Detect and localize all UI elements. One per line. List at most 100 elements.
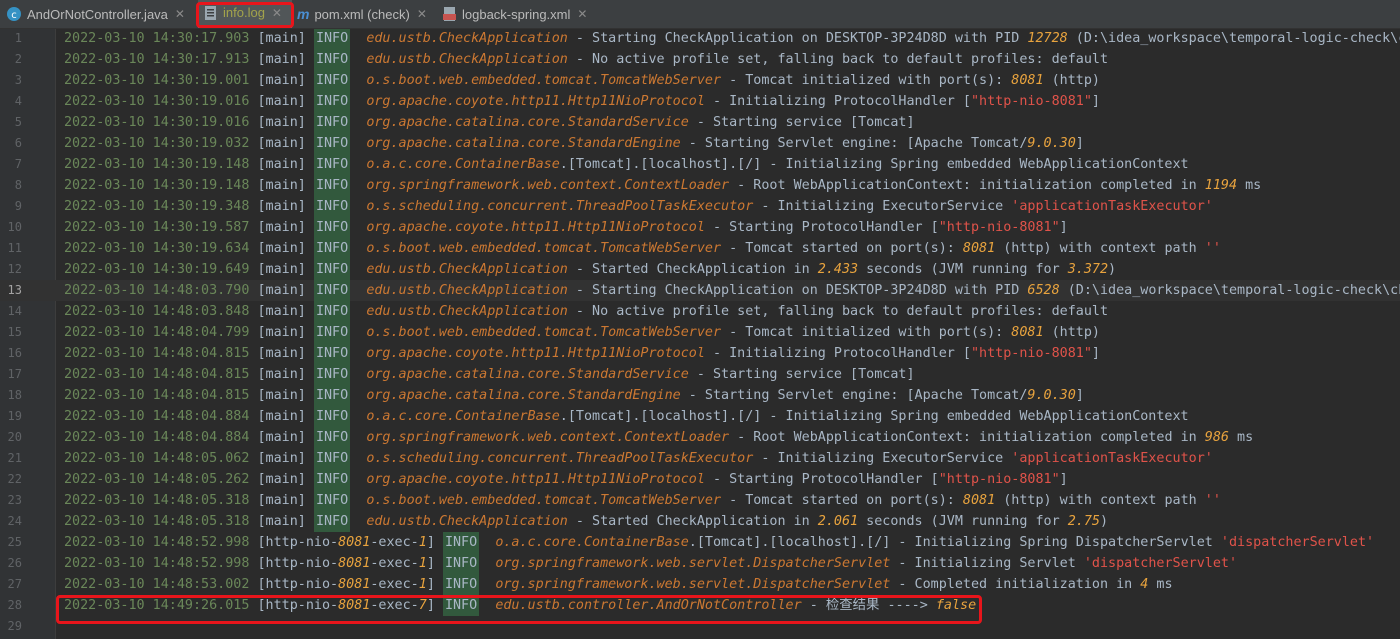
thread-segment: ]: [426, 535, 435, 550]
log-thread: [http-nio-8081-exec-1]: [258, 535, 435, 550]
log-line[interactable]: 22 2022-03-10 14:48:05.262 [main] INFO or…: [0, 469, 1400, 490]
tab-logback-spring-xml[interactable]: logback-spring.xml ✕: [443, 0, 595, 28]
log-logger: o.s.boot.web.embedded.tomcat.TomcatWebSe…: [366, 241, 722, 256]
message-segment: (http) with context path: [995, 241, 1205, 256]
line-number: 6: [14, 136, 22, 150]
log-thread: [main]: [257, 388, 306, 403]
log-editor[interactable]: 1 2022-03-10 14:30:17.903 [main] INFO edu…: [0, 29, 1400, 639]
log-line[interactable]: 13 2022-03-10 14:48:03.790 [main] INFO ed…: [0, 280, 1400, 301]
close-icon[interactable]: ✕: [577, 7, 587, 21]
log-line[interactable]: 29: [0, 616, 1400, 637]
log-timestamp: 2022-03-10 14:30:19.148: [64, 157, 250, 172]
log-line[interactable]: 20 2022-03-10 14:48:04.884 [main] INFO or…: [0, 427, 1400, 448]
log-line[interactable]: 1 2022-03-10 14:30:17.903 [main] INFO edu…: [0, 29, 1400, 49]
close-icon[interactable]: ✕: [272, 6, 282, 20]
message-segment: - Starting CheckApplication on DESKTOP-3…: [567, 283, 1028, 298]
log-line[interactable]: 16 2022-03-10 14:48:04.815 [main] INFO or…: [0, 343, 1400, 364]
message-segment: - Tomcat started on port(s):: [721, 241, 963, 256]
log-line[interactable]: 24 2022-03-10 14:48:05.318 [main] INFO ed…: [0, 511, 1400, 532]
line-number: 16: [7, 346, 22, 360]
log-line[interactable]: 9 2022-03-10 14:30:19.348 [main] INFO o.s…: [0, 196, 1400, 217]
log-line[interactable]: 15 2022-03-10 14:48:04.799 [main] INFO o.…: [0, 322, 1400, 343]
thread-segment: -exec-: [370, 556, 419, 571]
log-thread: [main]: [257, 304, 306, 319]
log-message: - Starting Servlet engine: [Apache Tomca…: [681, 136, 1084, 151]
log-timestamp: 2022-03-10 14:30:19.348: [64, 199, 250, 214]
message-segment: 3.372: [1067, 262, 1109, 277]
message-segment: ]: [1075, 388, 1084, 403]
message-segment: - Starting Servlet engine: [Apache Tomca…: [680, 136, 1028, 151]
log-level: INFO: [313, 448, 351, 469]
log-message: - No active profile set, falling back to…: [568, 304, 1108, 319]
line-number: 8: [14, 178, 22, 192]
log-message: - Starting Servlet engine: [Apache Tomca…: [681, 388, 1084, 403]
log-line[interactable]: 6 2022-03-10 14:30:19.032 [main] INFO org…: [0, 133, 1400, 154]
log-level: INFO: [442, 532, 480, 553]
log-line[interactable]: 26 2022-03-10 14:48:52.998 [http-nio-8081…: [0, 553, 1400, 574]
log-line[interactable]: 19 2022-03-10 14:48:04.884 [main] INFO o.…: [0, 406, 1400, 427]
log-thread: [main]: [257, 472, 306, 487]
log-line[interactable]: 23 2022-03-10 14:48:05.318 [main] INFO o.…: [0, 490, 1400, 511]
message-segment: 8081: [962, 493, 996, 508]
log-line[interactable]: 2 2022-03-10 14:30:17.913 [main] INFO edu…: [0, 49, 1400, 70]
log-level: INFO: [313, 322, 351, 343]
message-segment: "http-nio-8081": [938, 472, 1060, 487]
log-line[interactable]: 28 2022-03-10 14:49:26.015 [http-nio-8081…: [0, 595, 1400, 616]
log-line[interactable]: 4 2022-03-10 14:30:19.016 [main] INFO org…: [0, 91, 1400, 112]
log-timestamp: 2022-03-10 14:48:52.998: [64, 556, 250, 571]
thread-segment: ]: [426, 577, 435, 592]
log-line[interactable]: 17 2022-03-10 14:48:04.815 [main] INFO or…: [0, 364, 1400, 385]
log-line[interactable]: 12 2022-03-10 14:30:19.649 [main] INFO ed…: [0, 259, 1400, 280]
tab-andornotcontroller[interactable]: c AndOrNotController.java ✕: [6, 0, 192, 28]
log-line[interactable]: 8 2022-03-10 14:30:19.148 [main] INFO org…: [0, 175, 1400, 196]
log-thread: [main]: [257, 241, 306, 256]
line-number: 21: [7, 451, 22, 465]
message-segment: 12728: [1027, 31, 1068, 46]
message-segment: - Tomcat initialized with port(s):: [721, 73, 1012, 88]
line-number: 14: [7, 304, 22, 318]
log-thread: [main]: [257, 493, 306, 508]
maven-icon: m: [297, 6, 310, 22]
close-icon[interactable]: ✕: [417, 7, 427, 21]
tab-info-log[interactable]: info.log ✕: [198, 0, 292, 28]
log-thread: [main]: [257, 52, 306, 67]
log-line[interactable]: 5 2022-03-10 14:30:19.016 [main] INFO org…: [0, 112, 1400, 133]
line-number: 4: [14, 94, 22, 108]
log-timestamp: 2022-03-10 14:48:05.318: [64, 514, 250, 529]
line-number: 25: [7, 535, 22, 549]
log-level: INFO: [313, 364, 351, 385]
log-line[interactable]: 21 2022-03-10 14:48:05.062 [main] INFO o.…: [0, 448, 1400, 469]
log-line[interactable]: 10 2022-03-10 14:30:19.587 [main] INFO or…: [0, 217, 1400, 238]
log-line[interactable]: 18 2022-03-10 14:48:04.815 [main] INFO or…: [0, 385, 1400, 406]
log-line[interactable]: 27 2022-03-10 14:48:53.002 [http-nio-8081…: [0, 574, 1400, 595]
log-timestamp: 2022-03-10 14:30:17.903: [64, 31, 250, 46]
log-line[interactable]: 14 2022-03-10 14:48:03.848 [main] INFO ed…: [0, 301, 1400, 322]
log-thread: [main]: [257, 430, 306, 445]
close-icon[interactable]: ✕: [175, 7, 185, 21]
tab-label: pom.xml (check): [314, 6, 410, 22]
log-timestamp: 2022-03-10 14:48:05.062: [64, 451, 250, 466]
log-line[interactable]: 7 2022-03-10 14:30:19.148 [main] INFO o.a…: [0, 154, 1400, 175]
tab-pom-xml[interactable]: m pom.xml (check) ✕: [297, 0, 435, 28]
log-line[interactable]: 11 2022-03-10 14:30:19.634 [main] INFO o.…: [0, 238, 1400, 259]
log-level: INFO: [313, 154, 351, 175]
message-segment: ms: [1148, 577, 1173, 592]
log-logger: edu.ustb.CheckApplication: [366, 262, 568, 277]
message-segment: '': [1204, 241, 1221, 256]
log-thread: [main]: [257, 199, 306, 214]
log-logger: org.springframework.web.servlet.Dispatch…: [495, 556, 891, 571]
log-line[interactable]: 3 2022-03-10 14:30:19.001 [main] INFO o.s…: [0, 70, 1400, 91]
log-thread: [main]: [257, 115, 306, 130]
line-number: 13: [7, 283, 22, 297]
line-number: 17: [7, 367, 22, 381]
message-segment: seconds (JVM running for: [858, 262, 1068, 277]
log-message: - Starting service [Tomcat]: [689, 367, 915, 382]
message-segment: ]: [1059, 472, 1068, 487]
log-thread: [main]: [257, 73, 306, 88]
thread-segment: 8081: [338, 577, 371, 592]
message-segment: - Initializing ProtocolHandler [: [704, 346, 971, 361]
log-thread: [main]: [257, 136, 306, 151]
log-line[interactable]: 25 2022-03-10 14:48:52.998 [http-nio-8081…: [0, 532, 1400, 553]
message-segment: ms: [1228, 430, 1254, 445]
log-message: - Started CheckApplication in 2.433 seco…: [568, 262, 1116, 277]
